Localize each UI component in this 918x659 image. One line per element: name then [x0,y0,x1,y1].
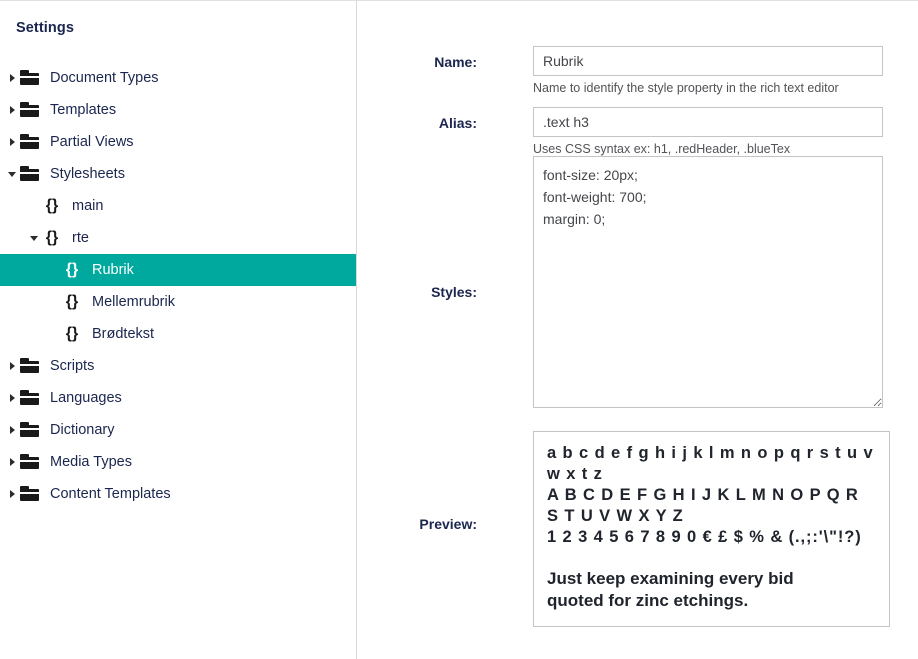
tree-item-label: Rubrik [92,262,134,278]
name-label: Name: [434,54,477,70]
tree-item-label: Scripts [50,358,95,374]
tree-item-label: Templates [50,102,117,118]
tree-item-label: Media Types [50,454,132,470]
styles-textarea[interactable] [533,156,883,408]
braces-icon: {} [45,229,59,246]
folder-icon [20,422,40,438]
chevron-right-icon[interactable] [4,414,20,446]
tree-item-partial-views[interactable]: Partial Views [0,126,356,158]
chevron-right-icon[interactable] [4,126,20,158]
tree-item-languages[interactable]: Languages [0,382,356,414]
alias-label: Alias: [438,115,477,131]
folder-icon [20,358,40,374]
tree-item-dictionary[interactable]: Dictionary [0,414,356,446]
folder-icon [20,390,40,406]
specimen-uppercase: A B C D E F G H I J K L M N O P Q R S T … [547,486,859,525]
alias-input[interactable] [533,107,883,137]
braces-icon: {} [65,261,79,278]
settings-tree: Document Types Templates Partial Views Styl… [0,62,356,510]
name-input[interactable] [533,46,883,76]
styles-label: Styles: [431,284,477,300]
specimen-numbers: 1 2 3 4 5 6 7 8 9 0 € £ $ % & (.,;:'\"!?… [547,528,862,546]
folder-icon [20,102,40,118]
chevron-right-icon[interactable] [4,350,20,382]
braces-icon: {} [65,293,79,310]
tree-item-templates[interactable]: Templates [0,94,356,126]
name-help-text: Name to identify the style property in t… [533,81,839,95]
tree-item-content-templates[interactable]: Content Templates [0,478,356,510]
settings-page: Settings Document Types Templates Partial … [0,0,918,659]
braces-icon: {} [65,325,79,342]
tree-item-label: Partial Views [50,134,134,150]
chevron-right-icon[interactable] [4,94,20,126]
chevron-down-icon[interactable] [4,158,20,190]
preview-box: a b c d e f g h i j k l m n o p q r s t … [533,431,890,627]
tree-item-label: Brødtekst [92,326,155,342]
tree-item-label: Document Types [50,70,159,86]
tree-item-media-types[interactable]: Media Types [0,446,356,478]
chevron-right-icon[interactable] [4,62,20,94]
folder-icon [20,134,40,150]
folder-icon [20,166,40,182]
tree-item-main[interactable]: {} main [0,190,356,222]
tree-item-scripts[interactable]: Scripts [0,350,356,382]
folder-icon [20,486,40,502]
folder-icon [20,454,40,470]
alias-help-text: Uses CSS syntax ex: h1, .redHeader, .blu… [533,142,791,156]
chevron-down-icon[interactable] [26,222,42,254]
tree-item-rte[interactable]: {} rte [0,222,356,254]
tree-item-label: Content Templates [50,486,171,502]
tree-item-label: Mellemrubrik [92,294,175,310]
preview-specimen: a b c d e f g h i j k l m n o p q r s t … [547,443,876,548]
tree-item-rubrik[interactable]: {} Rubrik [0,254,356,286]
tree-item-document-types[interactable]: Document Types [0,62,356,94]
tree-item-label: Languages [50,390,122,406]
settings-sidebar: Settings Document Types Templates Partial … [0,1,357,659]
tree-item-label: Stylesheets [50,166,125,182]
preview-pangram: Just keep examining every bid quoted for… [547,569,794,610]
tree-item-label: Dictionary [50,422,115,438]
chevron-right-icon[interactable] [4,446,20,478]
tree-item-label: main [72,198,104,214]
tree-item-br-dtekst[interactable]: {} Brødtekst [0,318,356,350]
chevron-right-icon[interactable] [4,478,20,510]
tree-item-mellemrubrik[interactable]: {} Mellemrubrik [0,286,356,318]
style-property-editor: Name: Name to identify the style propert… [357,1,918,659]
folder-icon [20,70,40,86]
page-title: Settings [16,20,74,36]
tree-item-label: rte [72,230,89,246]
specimen-lowercase: a b c d e f g h i j k l m n o p q r s t … [547,444,874,483]
braces-icon: {} [45,197,59,214]
chevron-right-icon[interactable] [4,382,20,414]
preview-label: Preview: [419,516,477,532]
tree-item-stylesheets[interactable]: Stylesheets [0,158,356,190]
